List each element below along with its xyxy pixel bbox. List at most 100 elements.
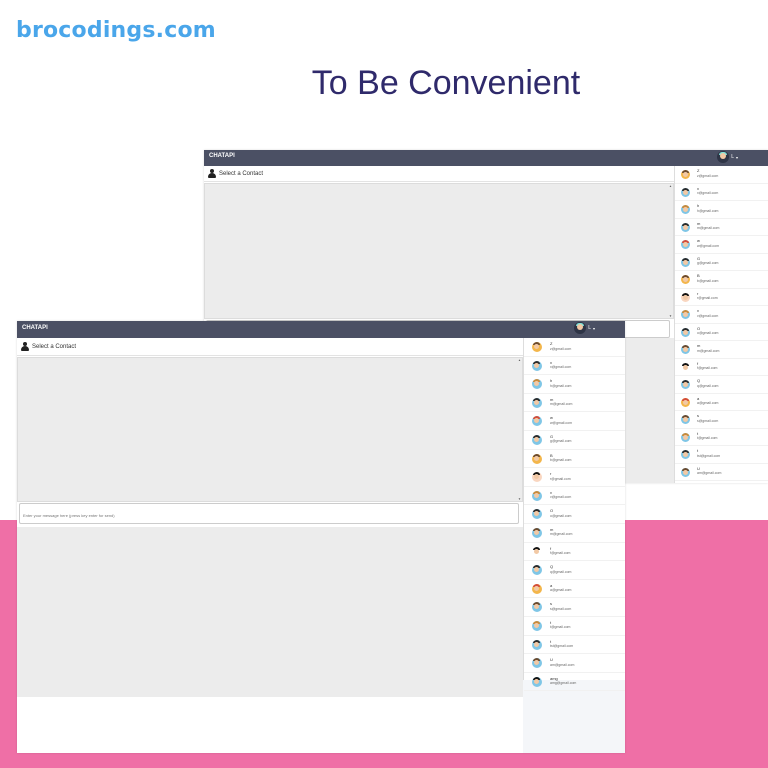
message-area[interactable]: ▲ ▼ bbox=[204, 183, 674, 319]
contact-item[interactable]: t t@gmail.com bbox=[524, 617, 625, 636]
contact-name[interactable]: r bbox=[550, 471, 551, 476]
scroll-up-icon[interactable]: ▲ bbox=[518, 358, 521, 362]
contact-item[interactable]: v v@gmail.com bbox=[524, 487, 625, 506]
message-input[interactable] bbox=[20, 511, 518, 520]
contact-item[interactable]: Uam@gmail.com bbox=[524, 654, 625, 673]
user-avatar[interactable] bbox=[717, 151, 730, 163]
contact-name[interactable]: amg bbox=[550, 676, 558, 681]
contact-name[interactable]: h bbox=[697, 203, 699, 208]
contact-name[interactable]: h bbox=[550, 378, 552, 383]
contact-item[interactable]: x x@gmail.com bbox=[675, 184, 768, 201]
app-title[interactable]: CHATAPI bbox=[209, 153, 235, 159]
contact-item[interactable]: r r@gmail.com bbox=[524, 468, 625, 487]
contact-avatar[interactable] bbox=[532, 490, 542, 501]
contact-item[interactable]: m m@gmail.com bbox=[524, 394, 625, 413]
contact-avatar[interactable] bbox=[532, 509, 542, 520]
contact-name[interactable]: Q bbox=[550, 564, 553, 569]
contact-avatar[interactable] bbox=[681, 222, 690, 232]
chevron-down-icon[interactable]: ▾ bbox=[593, 326, 595, 331]
contact-name[interactable]: G bbox=[697, 256, 700, 261]
contact-avatar[interactable] bbox=[532, 620, 542, 631]
contact-name[interactable]: v bbox=[697, 308, 699, 313]
contact-avatar[interactable] bbox=[681, 467, 690, 477]
chevron-down-icon[interactable]: ▾ bbox=[736, 155, 738, 160]
contact-item[interactable]: Gg@gmail.com bbox=[675, 254, 768, 271]
contact-item[interactable]: Uam@gmail.com bbox=[675, 464, 768, 481]
contact-item[interactable]: w w@gmail.com bbox=[675, 236, 768, 254]
contact-avatar[interactable] bbox=[532, 639, 542, 650]
contact-name[interactable]: a bbox=[697, 396, 699, 401]
contact-item[interactable]: h h@gmail.com bbox=[524, 375, 625, 394]
contact-avatar[interactable] bbox=[532, 472, 542, 483]
contact-item[interactable]: r r@gmail.com bbox=[675, 289, 768, 306]
contact-name[interactable]: U bbox=[697, 466, 700, 471]
contact-name[interactable]: v bbox=[550, 490, 552, 495]
user-name[interactable]: L bbox=[731, 154, 734, 160]
contact-name[interactable]: t bbox=[697, 448, 698, 453]
contact-avatar[interactable] bbox=[681, 292, 690, 302]
contact-name[interactable]: r bbox=[697, 291, 698, 296]
scroll-down-icon[interactable]: ▼ bbox=[518, 497, 521, 501]
contact-item[interactable]: Gg@gmail.com bbox=[524, 431, 625, 450]
contact-item[interactable]: h h@gmail.com bbox=[675, 201, 768, 219]
contact-name[interactable]: B bbox=[550, 453, 553, 458]
contact-item[interactable]: Zz@gmail.com bbox=[524, 338, 625, 357]
contact-name[interactable]: O bbox=[550, 508, 553, 513]
contact-item[interactable]: m m@gmail.com bbox=[675, 341, 768, 359]
contact-name[interactable]: Q bbox=[697, 378, 700, 383]
contact-avatar[interactable] bbox=[532, 397, 542, 408]
contact-item[interactable]: amgamg@gmail.com bbox=[675, 481, 768, 483]
user-menu[interactable]: L ▾ bbox=[717, 151, 738, 163]
contact-avatar[interactable] bbox=[532, 676, 542, 687]
contact-item[interactable]: Qq@gmail.com bbox=[675, 376, 768, 394]
contact-item[interactable]: f f@gmail.com bbox=[675, 359, 768, 376]
contact-avatar[interactable] bbox=[681, 170, 690, 179]
contact-name[interactable]: m bbox=[697, 221, 700, 226]
contact-avatar[interactable] bbox=[681, 310, 690, 319]
user-menu[interactable]: L ▾ bbox=[574, 322, 595, 334]
contact-avatar[interactable] bbox=[681, 187, 690, 197]
contact-item[interactable]: Bb@gmail.com bbox=[675, 271, 768, 289]
contact-item[interactable]: Zz@gmail.com bbox=[675, 166, 768, 184]
contact-avatar[interactable] bbox=[681, 397, 690, 407]
contact-name[interactable]: s bbox=[550, 601, 552, 606]
contact-item[interactable]: Oo@gmail.com bbox=[675, 324, 768, 341]
contact-name[interactable]: s bbox=[697, 413, 699, 418]
contact-item[interactable]: m m@gmail.com bbox=[675, 219, 768, 236]
contact-avatar[interactable] bbox=[532, 360, 542, 371]
contact-avatar[interactable] bbox=[532, 416, 542, 427]
contact-avatar[interactable] bbox=[681, 275, 690, 284]
contact-item[interactable]: m m@gmail.com bbox=[524, 524, 625, 543]
scroll-up-icon[interactable]: ▲ bbox=[669, 184, 672, 188]
contact-avatar[interactable] bbox=[532, 565, 542, 576]
contact-avatar[interactable] bbox=[532, 379, 542, 390]
contact-item[interactable]: w w@gmail.com bbox=[524, 412, 625, 431]
app-title[interactable]: CHATAPI bbox=[22, 325, 48, 331]
contact-item[interactable]: f f@gmail.com bbox=[524, 543, 625, 562]
contact-item[interactable]: a a@gmail.com bbox=[675, 394, 768, 411]
contact-avatar[interactable] bbox=[681, 205, 690, 214]
contact-avatar[interactable] bbox=[532, 453, 542, 464]
contact-avatar[interactable] bbox=[681, 345, 690, 354]
contact-name[interactable]: w bbox=[697, 238, 700, 243]
contact-item[interactable]: s s@gmail.com bbox=[524, 598, 625, 617]
contact-name[interactable]: t bbox=[697, 431, 698, 436]
contact-name[interactable]: U bbox=[550, 657, 553, 662]
contact-name[interactable]: a bbox=[550, 583, 552, 588]
message-area[interactable]: ▲ ▼ bbox=[17, 357, 523, 502]
message-composer[interactable] bbox=[19, 503, 519, 524]
contact-name[interactable]: Z bbox=[697, 168, 699, 173]
user-avatar[interactable] bbox=[574, 322, 587, 334]
contact-name[interactable]: Z bbox=[550, 341, 552, 346]
contact-item[interactable]: s s@gmail.com bbox=[675, 411, 768, 429]
contact-item[interactable]: Oo@gmail.com bbox=[524, 505, 625, 524]
contact-name[interactable]: w bbox=[550, 415, 553, 420]
contact-avatar[interactable] bbox=[681, 327, 690, 337]
contact-avatar[interactable] bbox=[532, 527, 542, 538]
contact-name[interactable]: x bbox=[697, 186, 699, 191]
contact-name[interactable]: t bbox=[550, 639, 551, 644]
user-name[interactable]: L bbox=[588, 325, 591, 331]
contact-item[interactable]: a a@gmail.com bbox=[524, 580, 625, 599]
contact-avatar[interactable] bbox=[532, 602, 542, 613]
scroll-down-icon[interactable]: ▼ bbox=[669, 314, 672, 318]
